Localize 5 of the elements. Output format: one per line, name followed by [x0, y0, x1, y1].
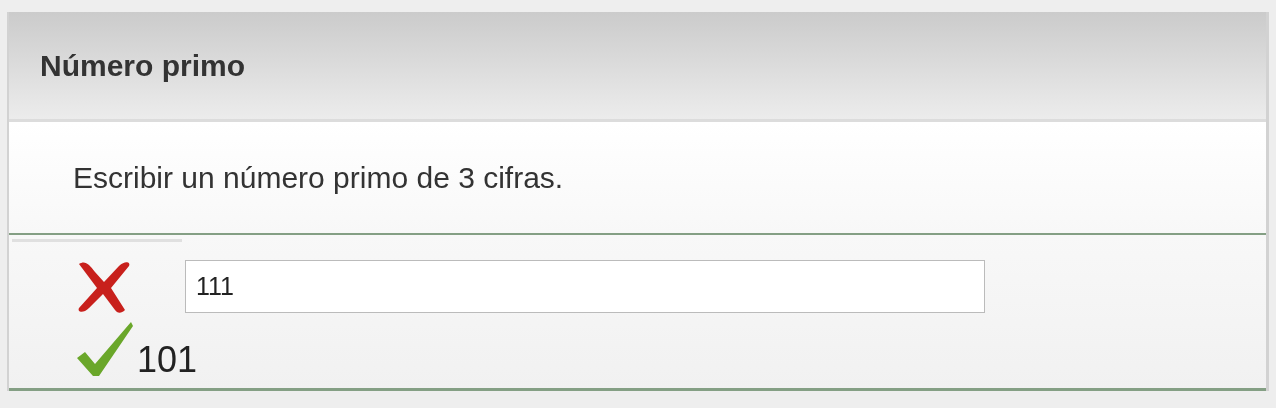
check-icon — [75, 320, 133, 378]
solution-text: 101 — [137, 342, 198, 378]
answer-field[interactable]: 111 — [185, 259, 985, 313]
panel-title: Número primo — [40, 48, 246, 83]
question-text: Escribir un número primo de 3 cifras. — [73, 160, 564, 195]
